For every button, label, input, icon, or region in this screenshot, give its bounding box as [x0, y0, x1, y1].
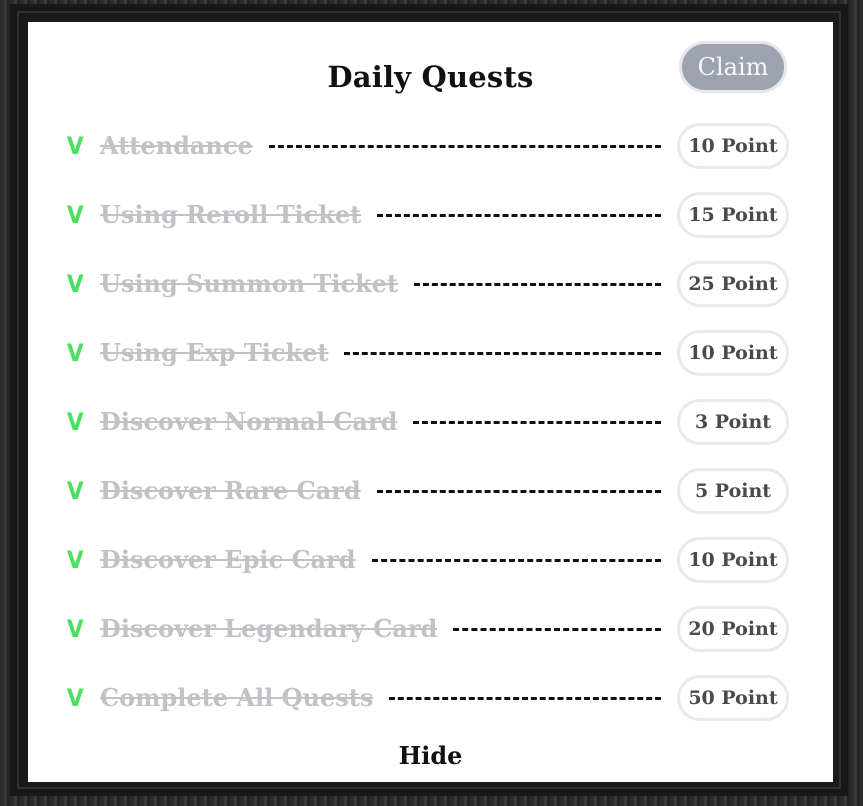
quest-name: Using Summon Ticket [100, 269, 399, 298]
quest-row: V Using Reroll Ticket 15 Point [28, 192, 833, 238]
quest-row: V Discover Legendary Card 20 Point [28, 606, 833, 652]
completed-check-icon: V [66, 270, 84, 298]
dashed-leader [389, 697, 661, 700]
dashed-leader [413, 421, 661, 424]
points-badge: 10 Point [677, 123, 789, 169]
quest-name: Discover Legendary Card [100, 614, 438, 643]
points-badge: 3 Point [677, 399, 789, 445]
points-badge: 10 Point [677, 330, 789, 376]
completed-check-icon: V [66, 132, 84, 160]
hide-button[interactable]: Hide [28, 738, 833, 774]
dashed-leader [453, 628, 661, 631]
points-badge: 15 Point [677, 192, 789, 238]
completed-check-icon: V [66, 546, 84, 574]
quest-row: V Discover Normal Card 3 Point [28, 399, 833, 445]
quest-name: Complete All Quests [100, 683, 374, 712]
quest-name: Using Exp Ticket [100, 338, 329, 367]
quest-row: V Complete All Quests 50 Point [28, 675, 833, 721]
dashed-leader [414, 283, 661, 286]
quest-list: V Attendance 10 Point V Using Reroll Ticket 1… [28, 123, 833, 743]
completed-check-icon: V [66, 408, 84, 436]
quest-row: V Discover Rare Card 5 Point [28, 468, 833, 514]
quest-row: V Using Exp Ticket 10 Point [28, 330, 833, 376]
dashed-leader [377, 214, 661, 217]
quest-name: Discover Normal Card [100, 407, 398, 436]
points-badge: 20 Point [677, 606, 789, 652]
quest-name: Using Reroll Ticket [100, 200, 362, 229]
completed-check-icon: V [66, 615, 84, 643]
dashed-leader [269, 145, 661, 148]
quest-name: Discover Epic Card [100, 545, 356, 574]
points-badge: 50 Point [677, 675, 789, 721]
completed-check-icon: V [66, 201, 84, 229]
dashed-leader [372, 559, 661, 562]
quest-row: V Using Summon Ticket 25 Point [28, 261, 833, 307]
quest-row: V Discover Epic Card 10 Point [28, 537, 833, 583]
points-badge: 10 Point [677, 537, 789, 583]
completed-check-icon: V [66, 477, 84, 505]
quest-name: Attendance [100, 131, 253, 160]
dashed-leader [377, 490, 661, 493]
claim-button[interactable]: Claim [679, 41, 787, 93]
quest-name: Discover Rare Card [100, 476, 361, 505]
points-badge: 25 Point [677, 261, 789, 307]
daily-quests-dialog: Daily Quests Claim V Attendance 10 Point V U… [28, 22, 833, 782]
completed-check-icon: V [66, 684, 84, 712]
quest-row: V Attendance 10 Point [28, 123, 833, 169]
points-badge: 5 Point [677, 468, 789, 514]
completed-check-icon: V [66, 339, 84, 367]
dashed-leader [344, 352, 661, 355]
